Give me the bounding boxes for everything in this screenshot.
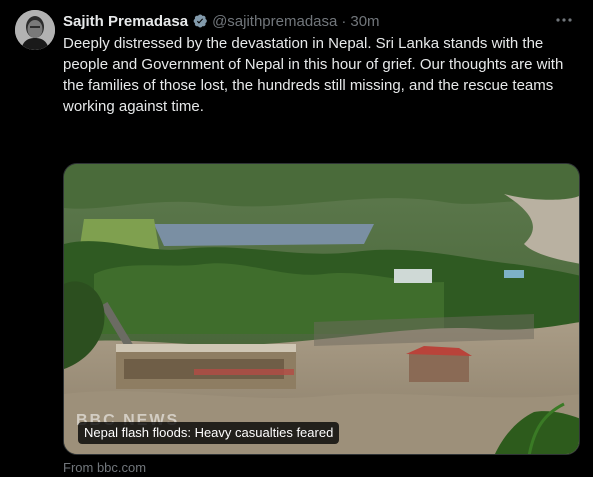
more-options-icon[interactable] [555, 12, 573, 28]
author-handle[interactable]: @sajithpremadasa [212, 13, 337, 30]
link-source[interactable]: From bbc.com [63, 460, 146, 475]
author-name[interactable]: Sajith Premadasa [63, 13, 188, 30]
verified-badge-icon [192, 13, 208, 29]
avatar[interactable] [15, 10, 55, 50]
timestamp[interactable]: 30m [350, 13, 379, 30]
tweet-header: Sajith Premadasa @sajithpremadasa · 30m [63, 11, 583, 31]
separator-dot: · [341, 12, 347, 30]
tweet-text: Deeply distressed by the devastation in … [63, 35, 564, 115]
media-caption: Nepal flash floods: Heavy casualties fea… [78, 422, 340, 444]
